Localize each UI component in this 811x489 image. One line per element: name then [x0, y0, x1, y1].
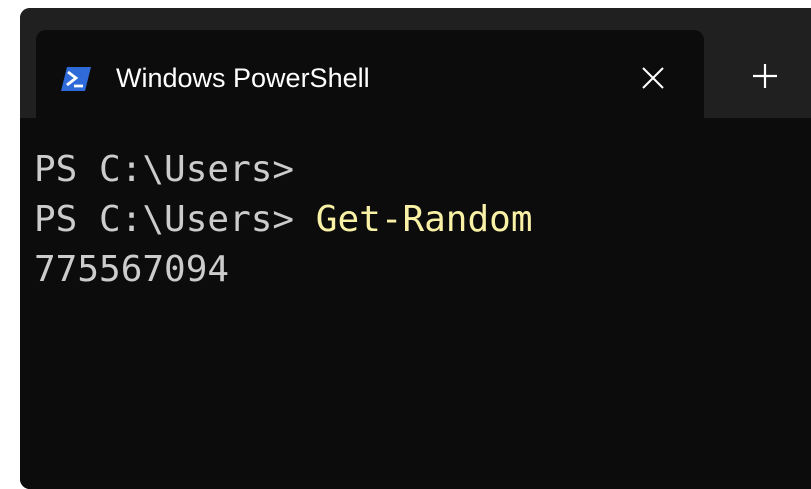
prompt-text: PS C:\Users> — [34, 199, 316, 240]
output-text: 775567094 — [34, 249, 230, 290]
terminal-window: Windows PowerShell PS C:\Users> PS C:\Us… — [20, 8, 811, 489]
powershell-icon — [61, 64, 91, 94]
terminal-content[interactable]: PS C:\Users> PS C:\Users> Get-Random 775… — [20, 118, 811, 489]
terminal-line: PS C:\Users> — [34, 147, 294, 193]
title-bar: Windows PowerShell — [20, 8, 811, 122]
prompt-text: PS C:\Users> — [34, 149, 295, 190]
tab-title: Windows PowerShell — [116, 63, 370, 93]
terminal-line: 775567094 — [34, 247, 229, 293]
tab-windows-powershell[interactable]: Windows PowerShell — [36, 30, 704, 122]
close-icon[interactable] — [636, 61, 670, 95]
new-tab-plus-icon[interactable] — [750, 61, 780, 91]
terminal-line: PS C:\Users> Get-Random — [34, 197, 533, 243]
command-text: Get-Random — [315, 199, 533, 240]
